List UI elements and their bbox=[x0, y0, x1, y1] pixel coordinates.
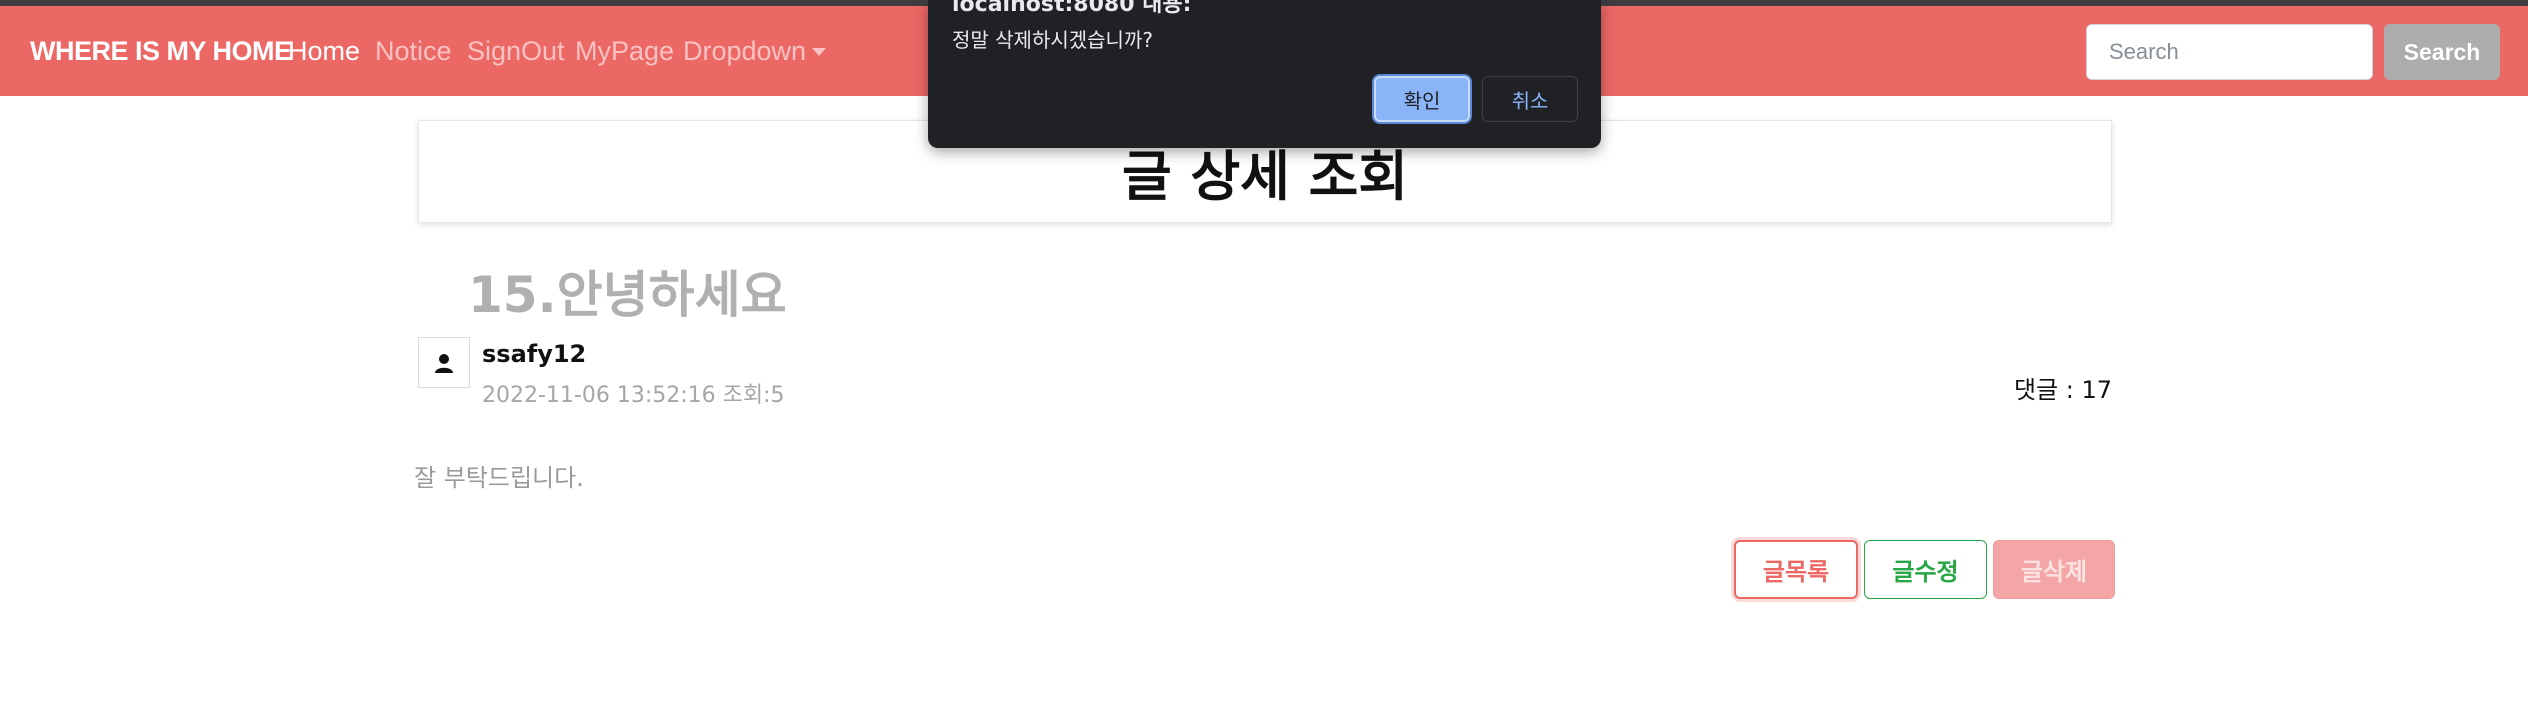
list-button[interactable]: 글목록 bbox=[1734, 540, 1858, 599]
search-button[interactable]: Search bbox=[2384, 24, 2500, 80]
dialog-ok-button[interactable]: 확인 bbox=[1374, 76, 1470, 122]
brand-logo[interactable]: WHERE IS MY HOME bbox=[30, 36, 292, 67]
nav-link-home[interactable]: Home bbox=[288, 36, 360, 67]
dialog-origin: localhost:8080 내용: bbox=[952, 0, 1192, 17]
caret-down-icon bbox=[812, 48, 827, 56]
user-icon bbox=[435, 353, 453, 373]
edit-button[interactable]: 글수정 bbox=[1864, 540, 1987, 599]
nav-link-dropdown[interactable]: Dropdown bbox=[683, 36, 827, 67]
post-meta: 2022-11-06 13:52:16 조회:5 bbox=[482, 383, 785, 408]
post-content: 잘 부탁드립니다. bbox=[414, 464, 584, 492]
dialog-cancel-button[interactable]: 취소 bbox=[1482, 76, 1578, 122]
nav-link-signout[interactable]: SignOut bbox=[467, 36, 565, 67]
nav-link-mypage[interactable]: MyPage bbox=[575, 36, 674, 67]
post-title: 15.안녕하세요 bbox=[468, 266, 787, 324]
comment-count: 댓글 : 17 bbox=[2013, 376, 2112, 404]
post-author: ssafy12 bbox=[482, 340, 587, 368]
search-input[interactable] bbox=[2086, 24, 2373, 80]
delete-button[interactable]: 글삭제 bbox=[1993, 540, 2115, 599]
dialog-message: 정말 삭제하시겠습니까? bbox=[952, 28, 1153, 52]
confirm-dialog: localhost:8080 내용: 정말 삭제하시겠습니까? 확인 취소 bbox=[928, 0, 1601, 148]
avatar bbox=[418, 337, 470, 388]
nav-link-notice[interactable]: Notice bbox=[375, 36, 452, 67]
dropdown-label: Dropdown bbox=[683, 36, 807, 66]
